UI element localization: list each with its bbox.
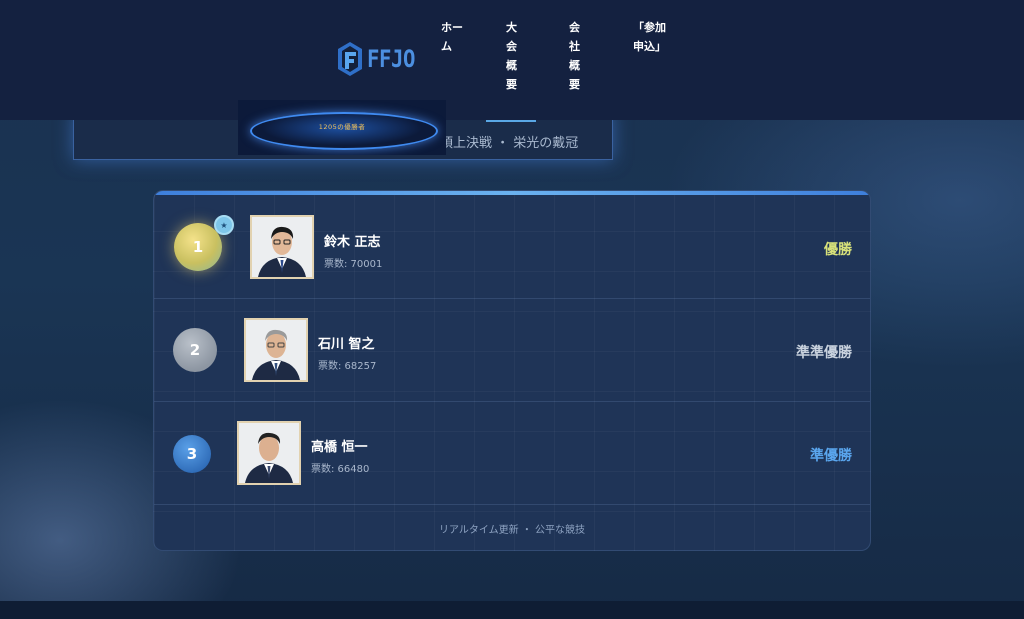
portrait-icon [252,217,312,277]
hero-underline [486,120,536,122]
hero-subtitle: 頂上決戦 ・ 栄光の戴冠 [440,136,579,151]
candidate-votes-1: 票数: 70001 [324,259,383,270]
candidate-name-2: 石川 智之 [318,337,375,352]
candidate-photo-1 [250,215,314,279]
panel-footer-note: リアルタイム更新 ・ 公平な競技 [438,525,586,536]
nav-entry-application[interactable]: 「参加申込」 [633,18,671,56]
stage-ring [250,112,438,150]
rank-badge-2: 2 [173,328,217,372]
candidate-votes-3: 票数: 66480 [311,464,370,475]
hero-image-caption: 1205の優勝者 [318,123,366,131]
nav-home[interactable]: ホーム [441,18,467,56]
award-label-2: 準準優勝 [796,345,852,361]
candidate-votes-2: 票数: 68257 [318,361,377,372]
portrait-icon [246,320,306,380]
ranking-row-3[interactable]: 3 高橋 恒一 票数: 66480 準優勝 [154,401,870,505]
star-badge-icon: ★ [214,215,234,235]
logo-mark-icon [338,42,362,76]
hero-image: 1205の優勝者 [238,100,446,155]
nav-tournament-overview[interactable]: 大会概要 [506,18,519,94]
portrait-icon [239,423,299,483]
rank-badge-3: 3 [173,435,211,473]
candidate-photo-2 [244,318,308,382]
page-bottom-strip [0,601,1024,619]
ranking-panel: 1 ★ 鈴木 正志 票数: 70001 優勝 2 石川 智之 票数: 68257… [153,190,871,551]
ranking-row-1[interactable]: 1 ★ 鈴木 正志 票数: 70001 優勝 [154,195,870,299]
award-label-3: 準優勝 [810,448,852,464]
nav-company-overview[interactable]: 会社概要 [569,18,582,94]
ranking-row-2[interactable]: 2 石川 智之 票数: 68257 準準優勝 [154,298,870,402]
candidate-name-3: 高橋 恒一 [311,440,368,455]
logo-text: FFJO [367,45,415,73]
award-label-1: 優勝 [824,242,852,258]
site-logo[interactable]: FFJO [336,40,423,78]
candidate-name-1: 鈴木 正志 [324,235,381,250]
candidate-photo-3 [237,421,301,485]
